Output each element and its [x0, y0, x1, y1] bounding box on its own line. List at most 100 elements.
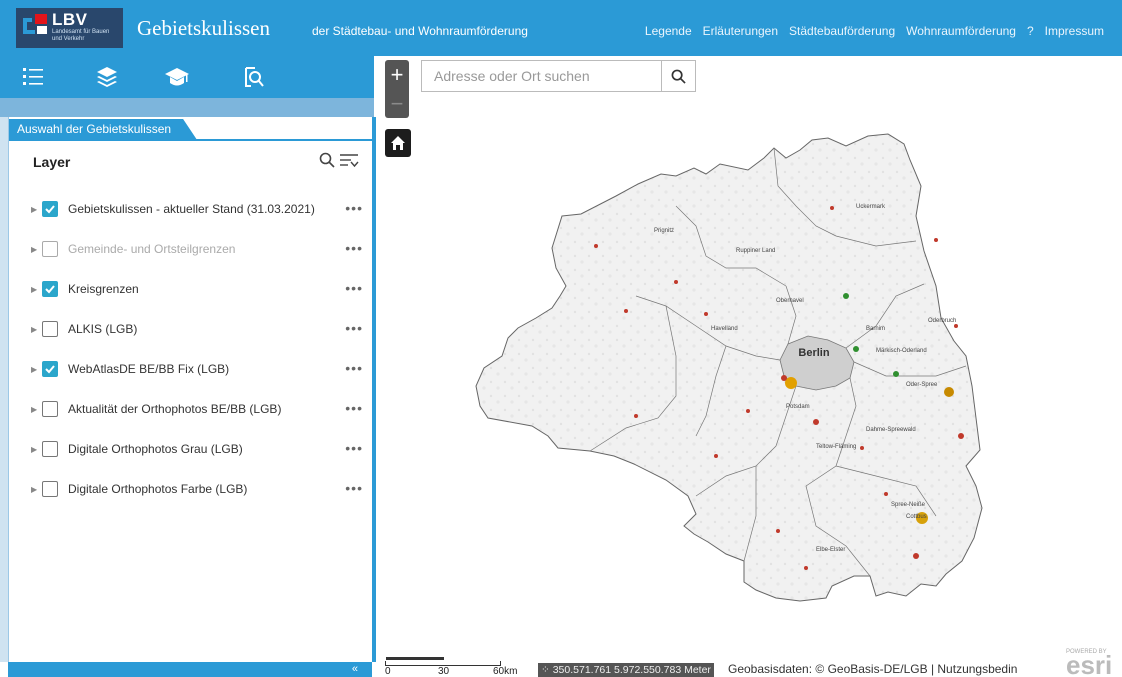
layer-row[interactable]: ▶ WebAtlasDE BE/BB Fix (LGB) •••: [31, 349, 363, 389]
layer-checkbox[interactable]: [42, 361, 58, 377]
map-label: Teltow-Fläming: [816, 444, 856, 450]
layers-icon: [97, 67, 117, 87]
layer-label: Aktualität der Orthophotos BE/BB (LGB): [68, 402, 282, 416]
layer-list-button[interactable]: [18, 62, 48, 92]
layer-row[interactable]: ▶ Kreisgrenzen •••: [31, 269, 363, 309]
nav-link-wohnraumfoerderung[interactable]: Wohnraumförderung: [906, 24, 1016, 38]
map-label: Oder-Spree: [906, 382, 938, 388]
map-label: Märkisch-Oderland: [876, 348, 927, 354]
layer-heading: Layer: [33, 154, 71, 170]
layer-row[interactable]: ▶ Gebietskulissen - aktueller Stand (31.…: [31, 189, 363, 229]
graduation-cap-icon: [165, 68, 189, 86]
collapse-panel-button[interactable]: «: [352, 663, 358, 675]
lbv-logo[interactable]: LBV Landesamt für Bauen und Verkehr: [16, 8, 123, 48]
layer-row[interactable]: ▶ Aktualität der Orthophotos BE/BB (LGB)…: [31, 389, 363, 429]
layer-checkbox[interactable]: [42, 201, 58, 217]
scale-label: 0: [385, 666, 391, 677]
layer-options-button[interactable]: •••: [345, 441, 363, 455]
expand-caret-icon[interactable]: ▶: [31, 285, 39, 294]
layer-options-button[interactable]: •••: [345, 201, 363, 215]
layer-checkbox[interactable]: [42, 481, 58, 497]
map-label: Potsdam: [786, 404, 810, 410]
layer-checkbox[interactable]: [42, 441, 58, 457]
layer-label: Kreisgrenzen: [68, 282, 139, 296]
brandenburg-map[interactable]: Berlin Prignitz Uckermark Ruppiner Land …: [376, 56, 1122, 677]
layer-row[interactable]: ▶ Digitale Orthophotos Grau (LGB) •••: [31, 429, 363, 469]
widget-toolbar: [0, 56, 374, 98]
expand-caret-icon[interactable]: ▶: [31, 445, 39, 454]
search-input[interactable]: [422, 61, 662, 91]
layer-list: ▶ Gebietskulissen - aktueller Stand (31.…: [31, 189, 363, 509]
query-icon: [245, 67, 264, 87]
coordinate-readout[interactable]: ⁘ 350.571.761 5.972.550.783 Meter: [538, 663, 714, 677]
zoom-in-button[interactable]: +: [385, 60, 409, 89]
header-nav: Legende Erläuterungen Städtebauförderung…: [645, 24, 1104, 38]
info-button[interactable]: [162, 62, 192, 92]
search-button[interactable]: [661, 61, 695, 91]
search-icon: [671, 69, 686, 84]
app-subtitle: der Städtebau- und Wohnraumförderung: [312, 24, 528, 38]
checkmark-icon: [45, 365, 55, 374]
map-label: Prignitz: [654, 228, 674, 234]
panel-footer: «: [8, 662, 372, 677]
layer-row[interactable]: ▶ Gemeinde- und Ortsteilgrenzen •••: [31, 229, 363, 269]
nav-link-help[interactable]: ?: [1027, 24, 1034, 38]
layer-options-button[interactable]: •••: [345, 321, 363, 335]
map-label-berlin: Berlin: [798, 347, 829, 359]
expand-caret-icon[interactable]: ▶: [31, 485, 39, 494]
expand-caret-icon[interactable]: ▶: [31, 405, 39, 414]
layer-list-icon: [23, 68, 43, 85]
esri-wordmark: esri: [1066, 650, 1113, 677]
map-label: Oderbruch: [928, 318, 956, 324]
layer-checkbox[interactable]: [42, 321, 58, 337]
nav-link-erlaeuterungen[interactable]: Erläuterungen: [703, 24, 778, 38]
tab-underline: [9, 139, 373, 141]
home-button[interactable]: [385, 129, 411, 157]
basemap-button[interactable]: [92, 62, 122, 92]
esri-logo[interactable]: POWERED BY esri: [1066, 649, 1122, 677]
scale-label: 60km: [493, 666, 518, 677]
layer-options-button[interactable]: •••: [345, 401, 363, 415]
layer-options-button[interactable]: •••: [345, 481, 363, 495]
filter-list-icon[interactable]: [339, 152, 359, 168]
search-icon[interactable]: [319, 152, 335, 168]
app-root: LBV Landesamt für Bauen und Verkehr Gebi…: [0, 0, 1122, 677]
layer-row[interactable]: ▶ ALKIS (LGB) •••: [31, 309, 363, 349]
map-attribution[interactable]: Geobasisdaten: © GeoBasis-DE/LGB | Nutzu…: [728, 662, 1018, 676]
layer-checkbox[interactable]: [42, 281, 58, 297]
tab-gebietskulissen[interactable]: Auswahl der Gebietskulissen: [9, 119, 197, 140]
layer-label: Gebietskulissen - aktueller Stand (31.03…: [68, 202, 315, 216]
address-search: [421, 60, 696, 92]
map-label: Havelland: [711, 326, 738, 332]
map-view[interactable]: Berlin Prignitz Uckermark Ruppiner Land …: [376, 56, 1122, 677]
layer-checkbox[interactable]: [42, 401, 58, 417]
checkmark-icon: [45, 285, 55, 294]
state-outline: [475, 133, 983, 602]
expand-caret-icon[interactable]: ▶: [31, 325, 39, 334]
query-button[interactable]: [238, 62, 268, 92]
nav-link-legende[interactable]: Legende: [645, 24, 692, 38]
layer-options-button[interactable]: •••: [345, 361, 363, 375]
app-title: Gebietskulissen: [137, 16, 270, 40]
nav-link-impressum[interactable]: Impressum: [1045, 24, 1104, 38]
layer-label: Digitale Orthophotos Grau (LGB): [68, 442, 243, 456]
map-label: Uckermark: [856, 204, 886, 210]
expand-caret-icon[interactable]: ▶: [31, 205, 39, 214]
zoom-out-button[interactable]: −: [385, 89, 409, 118]
logo-subtext: Landesamt für Bauen und Verkehr: [52, 29, 110, 42]
expand-caret-icon[interactable]: ▶: [31, 365, 39, 374]
map-label: Dahme-Spreewald: [866, 427, 916, 433]
layer-label: WebAtlasDE BE/BB Fix (LGB): [68, 362, 230, 376]
scale-label: 30: [438, 666, 450, 677]
layer-options-button[interactable]: •••: [345, 241, 363, 255]
map-label: Oberhavel: [776, 298, 804, 304]
layer-row[interactable]: ▶ Digitale Orthophotos Farbe (LGB) •••: [31, 469, 363, 509]
map-label: Elbe-Elster: [816, 547, 845, 553]
layer-options-button[interactable]: •••: [345, 281, 363, 295]
zoom-control: + −: [385, 60, 409, 118]
nav-link-staedtebaufoerderung[interactable]: Städtebauförderung: [789, 24, 895, 38]
expand-caret-icon[interactable]: ▶: [31, 245, 39, 254]
layer-checkbox[interactable]: [42, 241, 58, 257]
map-label: Spree-Neiße: [891, 502, 926, 508]
crosshair-icon: ⁘: [541, 664, 553, 676]
